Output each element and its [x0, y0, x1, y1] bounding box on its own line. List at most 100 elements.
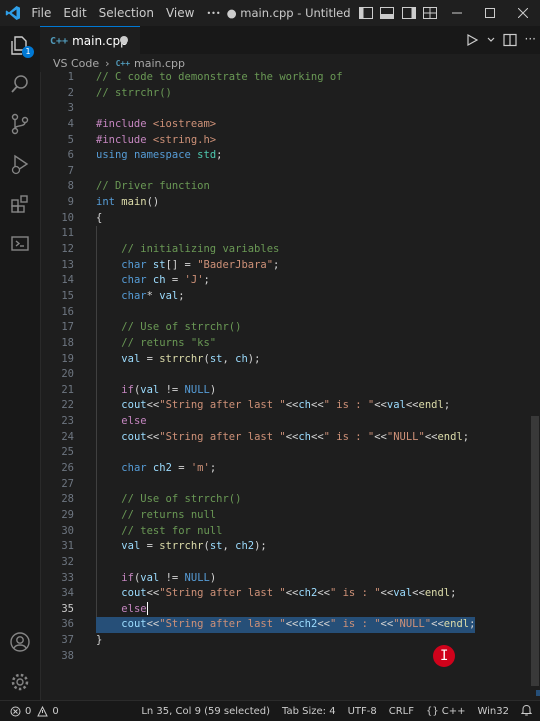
- code-line[interactable]: 38: [40, 649, 530, 665]
- close-icon[interactable]: [507, 0, 540, 26]
- line-number: 27: [61, 477, 74, 490]
- toggle-sidebar-icon[interactable]: [355, 7, 376, 19]
- line-number: 36: [61, 618, 74, 631]
- code-line[interactable]: 15 char* val;: [40, 289, 530, 305]
- menu-file[interactable]: File: [25, 6, 57, 20]
- code-line[interactable]: 13 char st[] = "BaderJbara";: [40, 258, 530, 274]
- split-editor-icon[interactable]: [502, 32, 517, 51]
- code-line[interactable]: 21 if(val != NULL): [40, 383, 530, 399]
- code-line[interactable]: 9 int main(): [40, 195, 530, 211]
- code-line[interactable]: 27: [40, 477, 530, 493]
- code-token: // returns null: [121, 508, 217, 521]
- menu-view[interactable]: View: [160, 6, 200, 20]
- code-line[interactable]: 8 // Driver function: [40, 179, 530, 195]
- run-dropdown-chevron-icon[interactable]: [487, 32, 495, 51]
- tab-main-cpp[interactable]: C++ main.cpp: [40, 26, 140, 55]
- code-line[interactable]: 26 char ch2 = 'm';: [40, 461, 530, 477]
- end-of-line[interactable]: CRLF: [389, 706, 414, 717]
- code-line[interactable]: 30 // test for null: [40, 524, 530, 540]
- code-line[interactable]: 5 #include <string.h>: [40, 133, 530, 149]
- code-line[interactable]: 7: [40, 164, 530, 180]
- more-actions-icon[interactable]: ···: [525, 32, 536, 51]
- code-line[interactable]: 32: [40, 555, 530, 571]
- menu-edit[interactable]: Edit: [57, 6, 92, 20]
- toggle-secondary-sidebar-icon[interactable]: [398, 7, 419, 19]
- extensions-icon[interactable]: [8, 192, 32, 216]
- platform[interactable]: Win32: [477, 706, 509, 717]
- encoding[interactable]: UTF-8: [348, 706, 377, 717]
- code-line[interactable]: 22 cout<<"String after last "<<ch<<" is …: [40, 398, 530, 414]
- code-line[interactable]: 11: [40, 226, 530, 242]
- editor-scrollbar[interactable]: [530, 70, 540, 700]
- code-line[interactable]: 31 val = strrchr(st, ch2);: [40, 539, 530, 555]
- code-line[interactable]: 3: [40, 101, 530, 117]
- manage-gear-icon[interactable]: [8, 670, 32, 694]
- code-token: main: [121, 196, 147, 209]
- code-token: ch2: [152, 462, 172, 475]
- notifications-bell-icon[interactable]: [520, 704, 533, 719]
- menu-selection[interactable]: Selection: [93, 6, 160, 20]
- code-line[interactable]: 25: [40, 445, 530, 461]
- minimize-icon[interactable]: [441, 0, 474, 26]
- code-token: st: [209, 352, 223, 365]
- code-line[interactable]: 17 // Use of strrchr(): [40, 320, 530, 336]
- unsaved-dot-icon[interactable]: [120, 36, 128, 44]
- cursor-position[interactable]: Ln 35, Col 9 (59 selected): [141, 706, 270, 717]
- code-line[interactable]: 35 else: [40, 602, 530, 618]
- code-line[interactable]: 19 val = strrchr(st, ch);: [40, 352, 530, 368]
- error-count: 0: [25, 705, 32, 717]
- problems-indicator[interactable]: 0 0: [0, 705, 59, 717]
- code-line[interactable]: 14 char ch = 'J';: [40, 273, 530, 289]
- code-line[interactable]: 34 cout<<"String after last "<<ch2<<" is…: [40, 586, 530, 602]
- code-token: <<: [380, 587, 394, 600]
- code-line[interactable]: 23 else: [40, 414, 530, 430]
- language-mode[interactable]: {} C++: [426, 706, 465, 717]
- tab-size[interactable]: Tab Size: 4: [282, 706, 336, 717]
- code-line[interactable]: 36 cout<<"String after last "<<ch2<<" is…: [40, 617, 530, 634]
- code-line[interactable]: 20: [40, 367, 530, 383]
- search-icon[interactable]: [8, 72, 32, 96]
- code-line[interactable]: 33 if(val != NULL): [40, 571, 530, 587]
- code-line[interactable]: 18 // returns "ks": [40, 336, 530, 352]
- code-token: ): [209, 383, 217, 396]
- code-token: <<: [285, 618, 299, 631]
- code-editor[interactable]: 1 // C code to demonstrate the working of…: [40, 70, 530, 664]
- code-line[interactable]: 1 // C code to demonstrate the working of: [40, 70, 530, 86]
- source-control-icon[interactable]: [8, 112, 32, 136]
- code-line[interactable]: 12 // initializing variables: [40, 242, 530, 258]
- code-line[interactable]: 2 // strrchr(): [40, 86, 530, 102]
- line-number: 8: [67, 180, 74, 193]
- code-token: val: [159, 289, 179, 302]
- more-menu-button[interactable]: •••: [200, 9, 226, 18]
- code-token: ch2: [235, 540, 255, 553]
- code-line[interactable]: 24 cout<<"String after last "<<ch<<" is …: [40, 430, 530, 446]
- remote-explorer-icon[interactable]: [8, 232, 32, 256]
- run-file-icon[interactable]: [465, 32, 479, 51]
- toggle-panel-icon[interactable]: [376, 7, 397, 19]
- code-token: st: [152, 258, 166, 271]
- code-token: 'm': [190, 462, 210, 475]
- code-line[interactable]: 6 using namespace std;: [40, 148, 530, 164]
- run-debug-icon[interactable]: [8, 152, 32, 176]
- code-line[interactable]: 37}: [40, 633, 530, 649]
- code-token: <<: [146, 430, 160, 443]
- code-line[interactable]: 16: [40, 305, 530, 321]
- breadcrumb-folder[interactable]: VS Code: [53, 57, 99, 70]
- code-line[interactable]: 10 {: [40, 211, 530, 227]
- scrollbar-thumb[interactable]: [531, 416, 539, 686]
- code-token: // Use of strrchr(): [121, 321, 242, 334]
- breadcrumb-file[interactable]: main.cpp: [134, 57, 185, 70]
- code-token: ch2: [298, 587, 318, 600]
- code-line[interactable]: 29 // returns null: [40, 508, 530, 524]
- code-line[interactable]: 28 // Use of strrchr(): [40, 492, 530, 508]
- line-number: 5: [67, 133, 74, 146]
- accounts-icon[interactable]: [8, 630, 32, 654]
- maximize-icon[interactable]: [474, 0, 507, 26]
- explorer-icon[interactable]: 1: [8, 34, 34, 58]
- code-line[interactable]: 4 #include <iostream>: [40, 117, 530, 133]
- customize-layout-icon[interactable]: [419, 7, 440, 19]
